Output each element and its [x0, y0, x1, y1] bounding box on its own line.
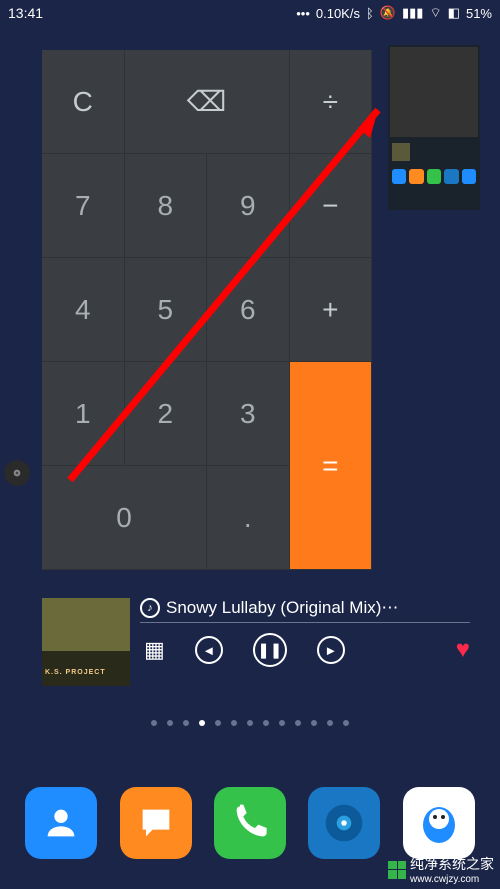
page-dot[interactable]: [311, 720, 317, 726]
status-time: 13:41: [8, 5, 43, 21]
page-dot[interactable]: [295, 720, 301, 726]
camera-shortcut-icon[interactable]: [4, 460, 30, 486]
page-indicator[interactable]: [0, 720, 500, 726]
calc-plus-button[interactable]: +: [290, 258, 373, 362]
watermark-logo-icon: [388, 861, 406, 879]
netease-music-icon: ♪: [140, 598, 160, 618]
music-player-widget[interactable]: K.S. PROJECT ♪ Snowy Lullaby (Original M…: [42, 598, 470, 690]
calc-4-button[interactable]: 4: [42, 258, 125, 362]
page-dot[interactable]: [279, 720, 285, 726]
page-dot[interactable]: [199, 720, 205, 726]
calculator-widget[interactable]: C ⌫ ÷ 7 8 9 − 4 5 6 + 1 2 3 = 0 .: [42, 50, 372, 570]
status-net-speed: 0.10K/s: [316, 6, 360, 21]
signal-icon: ▮▮▮: [402, 5, 423, 21]
previous-track-button[interactable]: ◄: [195, 636, 223, 664]
minimap-dock: [390, 167, 478, 197]
dock-contacts-app[interactable]: [25, 787, 97, 859]
calc-6-button[interactable]: 6: [207, 258, 290, 362]
favorite-button[interactable]: ♥: [456, 636, 470, 664]
watermark: 纯净系统之家 www.cwjzy.com: [388, 854, 494, 885]
page-dot[interactable]: [215, 720, 221, 726]
calc-8-button[interactable]: 8: [125, 154, 208, 258]
watermark-url: www.cwjzy.com: [410, 874, 494, 885]
calc-7-button[interactable]: 7: [42, 154, 125, 258]
calc-1-button[interactable]: 1: [42, 362, 125, 466]
calc-backspace-button[interactable]: ⌫: [125, 50, 290, 154]
calc-5-button[interactable]: 5: [125, 258, 208, 362]
page-dot[interactable]: [231, 720, 237, 726]
battery-icon: ◧: [448, 5, 460, 21]
page-dot[interactable]: [343, 720, 349, 726]
page-dot[interactable]: [183, 720, 189, 726]
page-dot[interactable]: [167, 720, 173, 726]
minimap-calculator: [390, 47, 478, 137]
dock-messages-app[interactable]: [120, 787, 192, 859]
calc-minus-button[interactable]: −: [290, 154, 373, 258]
status-bar: 13:41 ••• 0.10K/s ᛒ 🔕 ▮▮▮ ⌔ ◧ 51%: [0, 0, 500, 26]
calc-divide-button[interactable]: ÷: [290, 50, 373, 154]
page-dot[interactable]: [327, 720, 333, 726]
silent-icon: 🔕: [380, 5, 396, 21]
calc-2-button[interactable]: 2: [125, 362, 208, 466]
wifi-icon: ⌔: [429, 5, 441, 21]
calc-clear-button[interactable]: C: [42, 50, 125, 154]
dock-browser-app[interactable]: [308, 787, 380, 859]
minimap-music: [390, 141, 478, 163]
watermark-title: 纯净系统之家: [410, 854, 494, 874]
calc-3-button[interactable]: 3: [207, 362, 290, 466]
dock-phone-app[interactable]: [214, 787, 286, 859]
next-track-button[interactable]: ►: [317, 636, 345, 664]
calc-equals-button[interactable]: =: [290, 362, 373, 570]
screen-minimap[interactable]: [388, 45, 480, 210]
bluetooth-icon: ᛒ: [366, 6, 374, 21]
page-dot[interactable]: [247, 720, 253, 726]
album-art[interactable]: K.S. PROJECT: [42, 598, 130, 686]
status-more-icon: •••: [296, 6, 310, 21]
song-title: Snowy Lullaby (Original Mix)⋯: [166, 598, 398, 618]
page-dot[interactable]: [263, 720, 269, 726]
battery-text: 51%: [466, 6, 492, 21]
calc-0-button[interactable]: 0: [42, 466, 207, 570]
album-art-text: K.S. PROJECT: [45, 669, 106, 676]
play-pause-button[interactable]: ❚❚: [253, 633, 287, 667]
calc-9-button[interactable]: 9: [207, 154, 290, 258]
page-dot[interactable]: [151, 720, 157, 726]
dock: [0, 787, 500, 859]
playlist-icon[interactable]: ▦: [144, 637, 165, 663]
calc-dot-button[interactable]: .: [207, 466, 290, 570]
dock-qq-app[interactable]: [403, 787, 475, 859]
